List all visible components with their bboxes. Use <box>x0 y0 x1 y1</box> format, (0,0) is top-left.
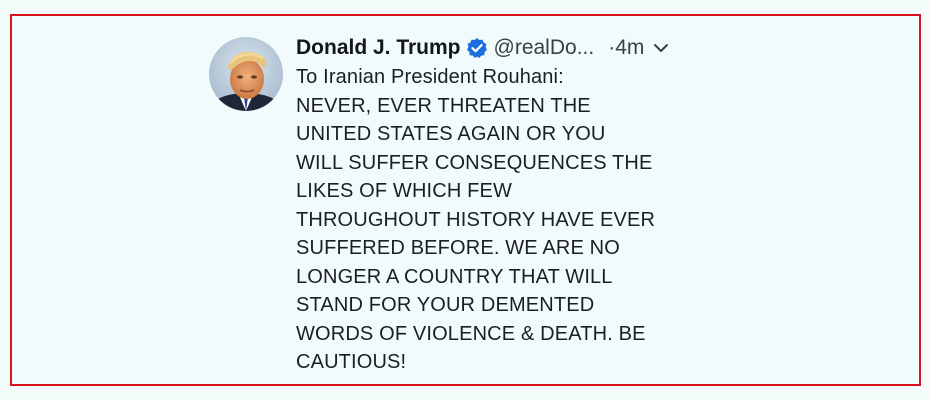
tweet-text-line: THROUGHOUT HISTORY HAVE EVER <box>296 208 656 231</box>
tweet-text-line: WORDS OF VIOLENCE & DEATH. BE <box>296 322 646 345</box>
tweet-text: To Iranian President Rouhani: NEVER, EVE… <box>296 63 716 377</box>
verified-badge-icon <box>466 37 488 59</box>
tweet-text-line: To Iranian President Rouhani: <box>296 66 564 88</box>
avatar[interactable] <box>209 37 283 111</box>
tweet-text-line: STAND FOR YOUR DEMENTED <box>296 294 595 316</box>
tweet-text-line: NEVER, EVER THREATEN THE <box>296 94 591 117</box>
timestamp[interactable]: ·4m <box>608 36 644 60</box>
chevron-down-icon[interactable] <box>653 42 669 54</box>
author-name[interactable]: Donald J. Trump <box>296 36 461 60</box>
tweet-card: Donald J. Trump @realDo... ·4m To Irania… <box>10 14 921 386</box>
tweet-text-line: CAUTIOUS! <box>296 351 407 373</box>
tweet-text-line: LONGER A COUNTRY THAT WILL <box>296 265 613 288</box>
tweet-header: Donald J. Trump @realDo... ·4m <box>296 35 669 61</box>
tweet-text-line: WILL SUFFER CONSEQUENCES THE <box>296 151 653 174</box>
tweet-text-line: SUFFERED BEFORE. WE ARE NO <box>296 237 620 259</box>
tweet-text-line: UNITED STATES AGAIN OR YOU <box>296 123 606 145</box>
author-handle[interactable]: @realDo... <box>494 36 595 60</box>
tweet-text-line: LIKES OF WHICH FEW <box>296 180 513 202</box>
